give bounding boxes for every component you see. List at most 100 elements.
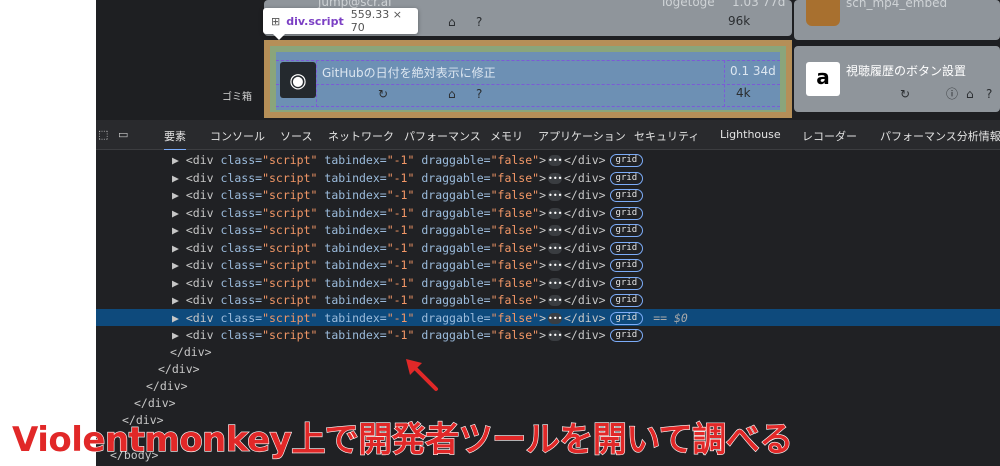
ellipsis-button[interactable]: ••• <box>548 155 562 166</box>
attr-name: class= <box>220 328 263 342</box>
tooltip-tag: div.script <box>286 14 344 28</box>
attr-name: draggable= <box>421 223 491 237</box>
grid-badge[interactable]: grid <box>609 224 644 237</box>
element-node-row[interactable]: ▶ <div class="script" tabindex="-1" drag… <box>172 292 644 309</box>
tag-open: <div <box>185 223 214 237</box>
element-node-row[interactable]: ▶ <div class="script" tabindex="-1" drag… <box>172 275 644 292</box>
element-node-row[interactable]: ▶ <div class="script" tabindex="-1" drag… <box>172 240 644 257</box>
help-icon[interactable]: ? <box>986 88 992 100</box>
tag-open: <div <box>185 153 214 167</box>
grid-badge[interactable]: grid <box>609 171 644 185</box>
tab-recorder[interactable]: レコーダー <box>802 128 857 144</box>
attr-name: class= <box>220 188 263 202</box>
element-node-row[interactable]: ▶ <div class="script" tabindex="-1" drag… <box>172 310 688 327</box>
ellipsis-button[interactable]: ••• <box>548 207 562 219</box>
tab-lighthouse[interactable]: Lighthouse <box>720 128 781 141</box>
tag-gt: > <box>539 153 546 167</box>
grid-badge[interactable]: grid <box>609 276 644 290</box>
amazon-logo-icon: a <box>806 62 840 96</box>
ellipsis-button[interactable]: ••• <box>548 260 562 271</box>
tab-elements[interactable]: 要素 <box>164 128 186 151</box>
closing-tag[interactable]: </div> <box>170 344 212 361</box>
tag-gt: > <box>539 258 546 272</box>
attr-name: class= <box>220 310 263 325</box>
expand-triangle-icon[interactable]: ▶ <box>172 311 179 325</box>
expand-triangle-icon[interactable]: ▶ <box>172 328 179 342</box>
closing-tag[interactable]: </div> <box>134 395 176 412</box>
grid-badge[interactable]: grid <box>609 311 644 325</box>
ellipsis-button[interactable]: ••• <box>548 172 562 184</box>
element-node-row[interactable]: ▶ <div class="script" tabindex="-1" drag… <box>172 170 644 187</box>
tag-gt: > <box>539 275 546 290</box>
home-icon[interactable]: ⌂ <box>448 88 456 100</box>
tab-performance-insights[interactable]: パフォーマンス分析情報 <box>880 128 1000 144</box>
tag-gt: > <box>539 170 546 185</box>
tab-application[interactable]: アプリケーション <box>538 128 626 144</box>
element-node-row[interactable]: ▶ <div class="script" tabindex="-1" drag… <box>172 222 644 239</box>
ellipsis-button[interactable]: ••• <box>548 330 562 341</box>
expand-triangle-icon[interactable]: ▶ <box>172 241 179 255</box>
device-toolbar-icon[interactable]: ▭ <box>118 128 128 141</box>
devtools-tabbar: ⬚ ▭ 要素 コンソール ソース ネットワーク パフォーマンス メモリ アプリケ… <box>96 120 1000 151</box>
grid-badge[interactable]: grid <box>609 329 644 342</box>
ellipsis-button[interactable]: ••• <box>548 312 562 324</box>
attr-name: tabindex= <box>324 310 387 325</box>
help-icon[interactable]: ? <box>476 88 482 100</box>
refresh-icon[interactable]: ↻ <box>378 88 388 100</box>
attr-value: "-1" <box>386 275 415 290</box>
ellipsis-button[interactable]: ••• <box>548 242 562 254</box>
element-node-row[interactable]: ▶ <div class="script" tabindex="-1" drag… <box>172 205 644 222</box>
grid-badge[interactable]: grid <box>609 241 644 255</box>
expand-triangle-icon[interactable]: ▶ <box>172 223 179 237</box>
attr-value: "false" <box>490 223 540 237</box>
tag-gt: > <box>539 293 546 307</box>
attr-value: "-1" <box>386 223 415 237</box>
ellipsis-button[interactable]: ••• <box>548 190 562 201</box>
grid-badge[interactable]: grid <box>609 189 644 202</box>
sidebar-trash-label[interactable]: ゴミ箱 <box>222 88 252 103</box>
github-logo-icon: ◉ <box>280 62 316 98</box>
attr-name: class= <box>220 223 263 237</box>
info-icon[interactable]: ⓘ <box>946 88 958 100</box>
attr-name: class= <box>220 153 263 167</box>
tab-network[interactable]: ネットワーク <box>328 128 394 144</box>
tab-memory[interactable]: メモリ <box>490 128 523 144</box>
ellipsis-button[interactable]: ••• <box>548 295 562 306</box>
inspect-icon[interactable]: ⬚ <box>98 128 108 141</box>
expand-triangle-icon[interactable]: ▶ <box>172 206 179 220</box>
attr-value: "script" <box>262 328 318 342</box>
tab-sources[interactable]: ソース <box>280 128 312 144</box>
expand-triangle-icon[interactable]: ▶ <box>172 276 179 290</box>
expand-triangle-icon[interactable]: ▶ <box>172 171 179 185</box>
ellipsis-button[interactable]: ••• <box>548 277 562 289</box>
refresh-icon[interactable]: ↻ <box>900 88 910 100</box>
grid-badge[interactable]: grid <box>609 154 644 167</box>
tab-performance[interactable]: パフォーマンス <box>404 128 481 144</box>
tab-console[interactable]: コンソール <box>210 128 265 144</box>
grid-badge[interactable]: grid <box>609 206 644 220</box>
element-node-row[interactable]: ▶ <div class="script" tabindex="-1" drag… <box>172 152 644 169</box>
tooltip-dimensions: 559.33 × 70 <box>350 8 402 34</box>
element-node-row[interactable]: ▶ <div class="script" tabindex="-1" drag… <box>172 187 644 204</box>
tag-open: <div <box>185 188 214 202</box>
element-node-row[interactable]: ▶ <div class="script" tabindex="-1" drag… <box>172 257 644 274</box>
attr-name: class= <box>220 205 263 220</box>
grid-badge[interactable]: grid <box>609 294 644 307</box>
attr-value: "-1" <box>386 293 415 307</box>
ellipsis-button[interactable]: ••• <box>548 225 562 236</box>
script-title: GitHubの日付を絶対表示に修正 <box>322 66 496 80</box>
tab-security[interactable]: セキュリティ <box>634 128 699 144</box>
expand-triangle-icon[interactable]: ▶ <box>172 293 179 307</box>
help-icon[interactable]: ? <box>476 16 482 28</box>
closing-tag[interactable]: </div> <box>146 378 188 395</box>
closing-tag[interactable]: </div> <box>158 361 200 378</box>
expand-triangle-icon[interactable]: ▶ <box>172 258 179 272</box>
attr-name: tabindex= <box>324 170 387 185</box>
expand-triangle-icon[interactable]: ▶ <box>172 188 179 202</box>
element-node-row[interactable]: ▶ <div class="script" tabindex="-1" drag… <box>172 327 644 344</box>
attr-name: tabindex= <box>324 153 387 167</box>
home-icon[interactable]: ⌂ <box>966 88 974 100</box>
home-icon[interactable]: ⌂ <box>448 16 456 28</box>
grid-badge[interactable]: grid <box>609 259 644 272</box>
expand-triangle-icon[interactable]: ▶ <box>172 153 179 167</box>
